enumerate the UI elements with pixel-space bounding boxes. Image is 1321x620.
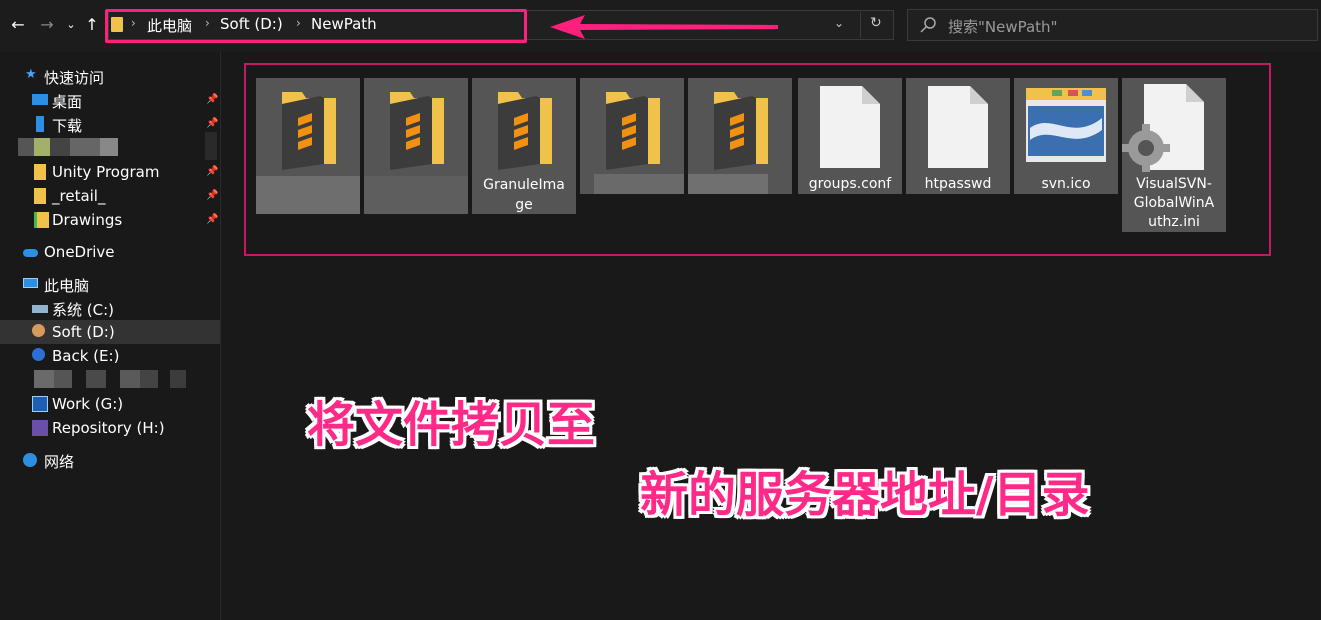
sublime-folder-icon [714,92,768,170]
folder-item[interactable] [364,78,468,214]
sidebar-item-downloads[interactable]: 下载 📌 [0,112,220,136]
sidebar-this-pc[interactable]: 此电脑 [0,272,220,296]
sidebar-item-retail[interactable]: _retail_ 📌 [0,184,220,208]
file-label: svn.ico [1041,176,1091,192]
sublime-folder-icon [390,92,444,170]
pin-icon: 📌 [206,190,219,201]
sidebar-drive-g[interactable]: Work (G:) [0,392,220,416]
sidebar-network[interactable]: 网络 [0,448,220,472]
sidebar-quick-access[interactable]: ★ 快速访问 [0,64,220,88]
sidebar-item-label: OneDrive [44,243,115,261]
sidebar-item-label: 此电脑 [44,277,90,295]
work-drive-icon [32,396,48,412]
sidebar-drive-c[interactable]: 系统 (C:) [0,296,220,320]
annotation-new-server: 新的服务器地址/目录 [640,467,1090,523]
blurred-label [594,174,684,194]
folder-item[interactable] [256,78,360,214]
file-label: ge [515,197,533,213]
sidebar-item-drawings[interactable]: Drawings 📌 [0,208,220,232]
sidebar-item-unity-program[interactable]: Unity Program 📌 [0,160,220,184]
sidebar-item-label: 快速访问 [44,69,105,87]
sidebar-item-label: 网络 [44,453,75,471]
sublime-folder-icon [282,92,336,170]
folder-item-granuleimage[interactable]: GranuleIma ge [472,78,576,214]
drive-icon [32,324,45,337]
sidebar-item-label: 桌面 [52,93,83,111]
pin-icon: 📌 [206,118,219,129]
system-drive-icon [32,305,48,313]
file-label: GlobalWinA [1133,195,1215,211]
blurred-item [18,138,118,156]
search-icon [920,17,936,33]
refresh-icon[interactable]: ↻ [870,15,882,31]
network-icon [23,453,37,467]
file-label: htpasswd [924,176,992,192]
sublime-folder-icon [606,92,660,170]
sidebar-item-label: 系统 (C:) [52,301,114,319]
folder-icon [34,164,46,180]
sidebar-drive-d[interactable]: Soft (D:) [0,320,220,344]
sublime-folder-icon [498,92,552,170]
file-item-svn-ico[interactable]: svn.ico [1014,78,1118,194]
folder-item[interactable] [688,78,792,194]
cloud-icon [23,249,38,257]
download-icon [36,116,44,132]
file-label: groups.conf [808,176,892,192]
address-dropdown-chevron-down-icon[interactable]: ⌄ [834,16,844,30]
repository-drive-icon [32,420,48,436]
blurred-item [22,370,187,388]
folder-item[interactable] [580,78,684,194]
pin-icon: 📌 [206,214,219,225]
sidebar-item-desktop[interactable]: 桌面 📌 [0,88,220,112]
svn-image-icon [1026,88,1106,162]
file-label: GranuleIma [483,177,565,193]
blurred-pin [205,132,217,160]
sidebar-drive-h[interactable]: Repository (H:) [0,416,220,440]
document-icon [820,86,880,168]
desktop-icon [32,94,48,105]
up-arrow-icon[interactable]: ↑ [82,13,102,37]
file-item-htpasswd[interactable]: htpasswd [906,78,1010,194]
star-icon: ★ [25,67,37,82]
sidebar-item-label: 下载 [52,117,83,135]
folder-icon [34,188,46,204]
annotation-arrow-icon [550,15,778,39]
sidebar-item-label: Repository (H:) [52,419,165,437]
sidebar-item-label: Soft (D:) [52,323,115,341]
sidebar-drive-e[interactable]: Back (E:) [0,344,220,368]
pin-icon: 📌 [206,94,219,105]
forward-arrow-icon[interactable]: → [37,13,57,37]
file-label: VisualSVN- [1136,176,1212,192]
sidebar-item-label: Unity Program [52,163,160,181]
settings-file-icon [1122,84,1204,172]
document-icon [928,86,988,168]
blurred-label [688,174,768,194]
sidebar-onedrive[interactable]: OneDrive [0,240,220,264]
sidebar-item-label: Drawings [52,211,123,229]
sidebar-item-label: Work (G:) [52,395,124,413]
address-highlight-box [105,9,527,43]
sidebar-item-label: _retail_ [52,187,106,205]
blurred-label [256,176,360,214]
back-arrow-icon[interactable]: ← [8,13,28,37]
address-divider [860,12,861,38]
folder-check-icon [34,212,49,228]
sidebar-item-label: Back (E:) [52,347,120,365]
pin-icon: 📌 [206,166,219,177]
search-placeholder[interactable]: 搜索"NewPath" [948,16,1057,37]
navigation-pane: ★ 快速访问 桌面 📌 下载 📌 Unity Program 📌 _retail… [0,52,221,620]
file-item-visualsvn-ini[interactable]: VisualSVN- GlobalWinA uthz.ini [1122,78,1226,232]
toolbar: ← → ⌄ ↑ › 此电脑 › Soft (D:) › NewPath ⌄ ↻ … [0,0,1321,52]
computer-icon [23,278,38,288]
blurred-label [364,176,468,214]
file-label: uthz.ini [1148,214,1200,230]
annotation-copy-files: 将文件拷贝至 [307,397,596,453]
drive-icon [32,348,45,361]
file-item-groups-conf[interactable]: groups.conf [798,78,902,194]
recent-chevron-down-icon[interactable]: ⌄ [61,13,81,37]
